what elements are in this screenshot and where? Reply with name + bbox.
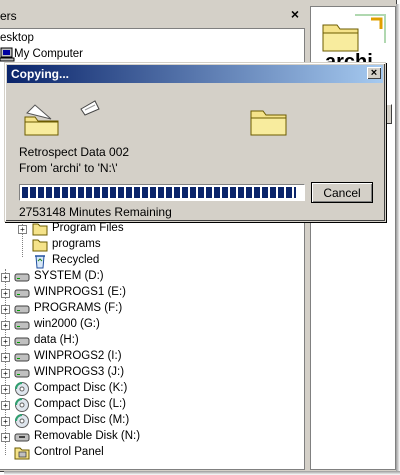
tree-item[interactable]: + Compact Disc (L:) <box>0 397 300 413</box>
removable-disk-icon <box>14 433 30 442</box>
control-panel-icon <box>14 447 30 460</box>
folder-icon <box>32 223 48 236</box>
tree-item-label: Compact Disc (M:) <box>34 414 130 426</box>
tree-item-label: My Computer <box>14 48 84 60</box>
archi-folder-thumbnail[interactable]: archi <box>315 11 391 73</box>
tree-item-label: Compact Disc (K:) <box>34 382 128 394</box>
tree-expand-button[interactable]: + <box>1 433 10 442</box>
tree-item-desktop[interactable]: esktop <box>0 31 300 47</box>
tree-item[interactable]: + WINPROGS3 (J:) <box>0 365 300 381</box>
recycle-bin-icon <box>35 255 45 269</box>
window-shadow <box>396 4 400 475</box>
tree-expand-button[interactable]: + <box>18 225 27 234</box>
tree-expand-button[interactable]: + <box>1 401 10 410</box>
cd-icon <box>15 398 29 412</box>
tree-expand-button[interactable]: + <box>1 321 10 330</box>
flying-document-icon <box>80 100 100 116</box>
folders-pane-close-button[interactable]: × <box>288 7 302 21</box>
cd-icon <box>15 414 29 428</box>
tree-item-label: SYSTEM (D:) <box>34 270 104 282</box>
tree-item[interactable]: + Compact Disc (K:) <box>0 381 300 397</box>
tree-item-label: Program Files <box>52 222 124 234</box>
dialog-title-bar[interactable]: Copying... × <box>7 65 383 83</box>
tree-item-label: Compact Disc (L:) <box>34 398 127 410</box>
tree-expand-button[interactable]: + <box>1 289 10 298</box>
tree-item[interactable]: + win2000 (G:) <box>0 317 300 333</box>
copying-dialog: Copying... × Retrospect Data 002 From 'a… <box>4 62 386 222</box>
copy-progress-fill <box>22 187 296 198</box>
tree-item[interactable]: + Removable Disk (N:) <box>0 429 300 445</box>
cancel-button[interactable]: Cancel <box>311 182 373 203</box>
dialog-title: Copying... <box>11 67 69 81</box>
tree-expand-button[interactable]: + <box>1 417 10 426</box>
tree-item-label: Removable Disk (N:) <box>34 430 141 442</box>
tree-item-label: PROGRAMS (F:) <box>34 302 123 314</box>
drive-icon <box>14 353 30 362</box>
folder-icon <box>32 239 48 252</box>
tree-item-my-computer[interactable]: My Computer <box>0 47 300 63</box>
tree-item-label: WINPROGS1 (E:) <box>34 286 127 298</box>
tree-expand-button[interactable]: + <box>1 353 10 362</box>
tree-item[interactable]: Recycled <box>0 253 300 269</box>
drive-icon <box>14 305 30 314</box>
tree-item-label: Recycled <box>52 254 100 266</box>
tree-item[interactable]: + Compact Disc (M:) <box>0 413 300 429</box>
folders-pane-title: ers <box>0 9 17 23</box>
dialog-close-button[interactable]: × <box>367 67 381 79</box>
tree-item-label: esktop <box>0 32 34 44</box>
window-shadow <box>4 471 400 475</box>
drive-icon <box>14 321 30 330</box>
tree-item[interactable]: + data (H:) <box>0 333 300 349</box>
tree-expand-button[interactable]: + <box>1 305 10 314</box>
tree-item[interactable]: + PROGRAMS (F:) <box>0 301 300 317</box>
tree-item[interactable]: programs <box>0 237 300 253</box>
tree-expand-button[interactable]: + <box>1 385 10 394</box>
tree-item[interactable]: + SYSTEM (D:) <box>0 269 300 285</box>
time-remaining: 2753148 Minutes Remaining <box>19 205 172 219</box>
tree-item-label: programs <box>52 238 101 250</box>
copy-source-destination: From 'archi' to 'N:\' <box>19 161 118 175</box>
tree-expand-button[interactable]: + <box>1 337 10 346</box>
cd-icon <box>15 382 29 396</box>
drive-icon <box>14 337 30 346</box>
tree-item-label: Control Panel <box>34 446 104 458</box>
drive-icon <box>14 289 30 298</box>
tree-item[interactable]: + WINPROGS1 (E:) <box>0 285 300 301</box>
tree-item[interactable]: Control Panel <box>0 445 300 461</box>
tree-expand-button[interactable]: + <box>1 369 10 378</box>
source-folder-icon <box>24 104 59 136</box>
tree-item-label: win2000 (G:) <box>34 318 100 330</box>
tree-item-label: WINPROGS2 (I:) <box>34 350 122 362</box>
folders-pane-header: ers × <box>0 6 306 26</box>
copy-file-name: Retrospect Data 002 <box>19 145 130 159</box>
drive-icon <box>14 273 30 282</box>
destination-folder-icon <box>250 110 287 136</box>
copy-progress-bar <box>19 184 305 201</box>
drive-icon <box>14 369 30 378</box>
tree-item-label: data (H:) <box>34 334 79 346</box>
tree-item[interactable]: + WINPROGS2 (I:) <box>0 349 300 365</box>
tree-item-label: WINPROGS3 (J:) <box>34 366 125 378</box>
tree-item[interactable]: + Program Files <box>0 221 300 237</box>
tree-expand-button[interactable]: + <box>1 273 10 282</box>
